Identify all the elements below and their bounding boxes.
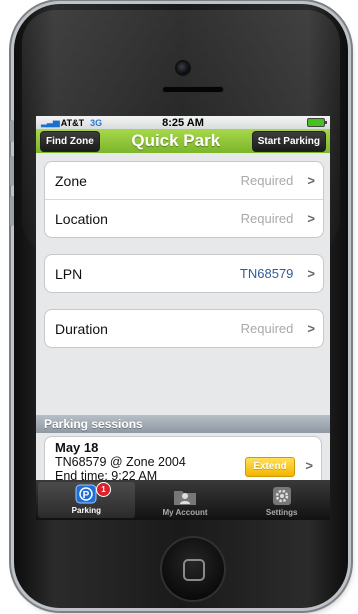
tab-parking-label: Parking xyxy=(71,506,101,515)
front-camera xyxy=(177,62,189,74)
tab-settings-label: Settings xyxy=(265,508,298,517)
lpn-group: LPN TN68579 > xyxy=(44,254,324,293)
account-icon xyxy=(172,486,198,506)
notification-badge: 1 xyxy=(96,482,111,497)
tab-my-account-label: My Account xyxy=(162,508,208,517)
home-icon xyxy=(183,559,205,581)
settings-icon xyxy=(269,486,295,506)
lpn-row[interactable]: LPN TN68579 > xyxy=(45,255,323,292)
zone-value: Required xyxy=(240,173,294,188)
lpn-label: LPN xyxy=(55,265,83,282)
zone-label: Zone xyxy=(55,172,87,189)
clock: 8:25 AM xyxy=(162,116,204,129)
volume-up-button[interactable] xyxy=(10,156,14,186)
mute-switch[interactable] xyxy=(10,120,14,142)
start-parking-button[interactable]: Start Parking xyxy=(251,130,326,152)
zone-row[interactable]: Zone Required > xyxy=(45,162,323,199)
duration-value: Required xyxy=(240,321,294,336)
duration-group: Duration Required > xyxy=(44,309,324,348)
tab-bar: P 1 Parking My Account Settings xyxy=(36,480,330,520)
battery-icon xyxy=(307,118,327,127)
page-title: Quick Park xyxy=(131,131,221,150)
nav-bar: Find Zone Quick Park Start Parking xyxy=(36,129,330,153)
location-value: Required xyxy=(240,211,294,226)
duration-row[interactable]: Duration Required > xyxy=(45,310,323,347)
chevron-right-icon: > xyxy=(305,458,313,473)
find-zone-button[interactable]: Find Zone xyxy=(40,130,100,152)
tab-parking[interactable]: P 1 Parking xyxy=(38,482,135,518)
screen: ▂▃▅ AT&T 3G 8:25 AM Find Zone Quick Park… xyxy=(36,116,330,520)
chevron-right-icon: > xyxy=(307,266,315,281)
status-bar: ▂▃▅ AT&T 3G 8:25 AM xyxy=(36,116,330,129)
parking-sessions-header: Parking sessions xyxy=(36,415,330,433)
home-button[interactable] xyxy=(162,538,224,600)
chevron-right-icon: > xyxy=(307,321,315,336)
earpiece-speaker xyxy=(162,86,224,93)
tab-my-account[interactable]: My Account xyxy=(137,480,234,520)
chevron-right-icon: > xyxy=(307,173,315,188)
session-date: May 18 xyxy=(55,440,99,455)
svg-text:P: P xyxy=(83,490,90,501)
chevron-right-icon: > xyxy=(307,211,315,226)
extend-button[interactable]: Extend xyxy=(245,457,295,477)
volume-down-button[interactable] xyxy=(10,196,14,226)
location-label: Location xyxy=(55,210,108,227)
content-area: Zone Required > Location Required > LPN … xyxy=(36,153,330,494)
zone-location-group: Zone Required > Location Required > xyxy=(44,161,324,238)
lpn-value: TN68579 xyxy=(239,266,294,281)
location-row[interactable]: Location Required > xyxy=(45,199,323,237)
tab-settings[interactable]: Settings xyxy=(233,480,330,520)
duration-label: Duration xyxy=(55,320,108,337)
